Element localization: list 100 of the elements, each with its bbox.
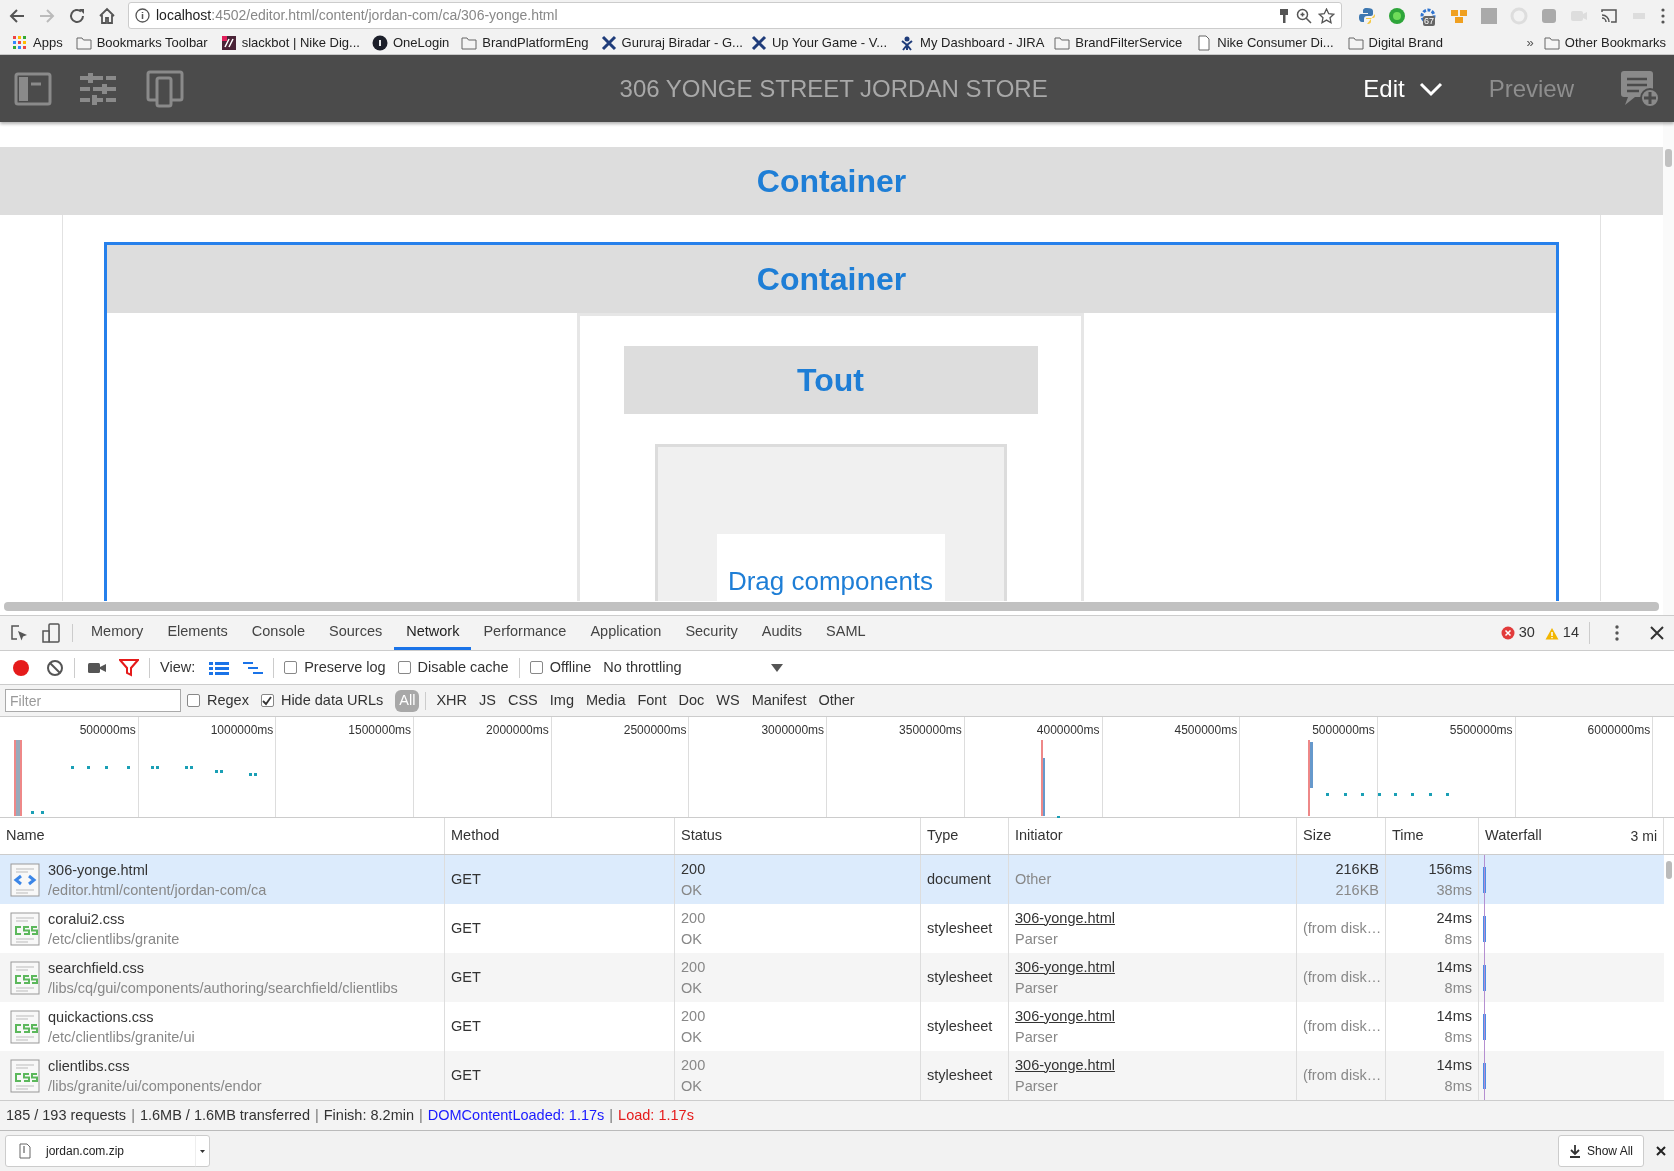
filter-type[interactable]: Manifest — [745, 689, 813, 712]
initiator-link[interactable]: 306-yonge.html — [1015, 907, 1115, 929]
address-bar[interactable]: localhost:4502/editor.html/content/jordan-com/ca/306-yonge.html — [128, 2, 1342, 29]
filter-icon[interactable] — [119, 658, 139, 677]
bookmark[interactable]: Up Your Game - V... — [750, 32, 888, 53]
column-header[interactable]: Type — [927, 825, 959, 847]
request-row[interactable]: 306-yonge.html /editor.html/content/jordan-com/ca GET 200 OK document Other 216KB 216KB 156ms 38ms — [0, 855, 1664, 904]
column-header[interactable]: Size — [1303, 825, 1332, 847]
filter-type[interactable]: WS — [710, 689, 746, 712]
checkbox[interactable]: Disable cache — [397, 656, 509, 679]
close-icon[interactable] — [1650, 626, 1664, 640]
filter-type[interactable]: Img — [543, 689, 580, 712]
clear-icon[interactable] — [46, 658, 64, 677]
error-icon[interactable] — [1500, 626, 1515, 640]
horizontal-scrollbar[interactable] — [4, 602, 1659, 611]
filter-field[interactable]: Filter — [5, 689, 181, 712]
initiator-link[interactable]: 306-yonge.html — [1015, 1005, 1115, 1027]
cross-logo-icon — [750, 34, 767, 51]
more-icon[interactable] — [1660, 6, 1666, 25]
bookmark[interactable]: slackbot | Nike Dig... — [220, 32, 360, 53]
edit-mode-dropdown[interactable]: Edit — [1363, 70, 1443, 107]
devtools-tab[interactable]: Audits — [749, 616, 815, 650]
file-path: /editor.html/content/jordan-com/ca — [48, 880, 267, 900]
overflow-chevron[interactable]: » — [1526, 32, 1534, 53]
video-camera-icon[interactable] — [87, 660, 107, 675]
key-icon[interactable] — [1278, 7, 1290, 24]
column-header[interactable]: Status — [681, 825, 723, 847]
back-icon[interactable] — [8, 6, 26, 25]
vertical-scrollbar[interactable] — [1665, 149, 1672, 167]
round-extension-icon[interactable] — [1388, 6, 1406, 25]
vertical-scrollbar[interactable] — [1666, 861, 1672, 879]
record-button[interactable] — [12, 658, 30, 677]
column-header[interactable]: Waterfall — [1485, 825, 1542, 847]
size-value: (from disk… — [1303, 968, 1382, 987]
warning-count[interactable]: 14 — [1562, 622, 1590, 644]
device-toggle-icon[interactable] — [42, 623, 60, 643]
bookmark[interactable]: Bookmarks Toolbar — [75, 32, 208, 53]
side-panel-icon[interactable] — [14, 71, 52, 106]
filter-type[interactable]: Other — [812, 689, 861, 712]
devtools-tab[interactable]: Security — [673, 616, 750, 650]
devtools-tab[interactable]: Sources — [317, 616, 395, 650]
star-icon[interactable] — [1318, 7, 1335, 24]
devtools-tab[interactable]: Application — [578, 616, 674, 650]
filter-type[interactable]: Media — [579, 689, 632, 712]
column-header[interactable]: Time — [1392, 825, 1424, 847]
checkbox[interactable]: Hide data URLs — [260, 689, 384, 712]
checkbox[interactable]: Offline — [529, 656, 592, 679]
waterfall-bar — [1483, 866, 1486, 893]
devtools-tab[interactable]: SAML — [814, 616, 878, 650]
bookmark[interactable]: BrandPlatformEng — [461, 32, 589, 53]
inspect-icon[interactable] — [10, 624, 28, 642]
table-cell-text: GET — [451, 869, 481, 889]
bookmark[interactable]: Gururaj Biradar - G... — [600, 32, 743, 53]
device-icon[interactable] — [146, 69, 184, 108]
table-cell-text: GET — [451, 918, 481, 938]
throttling-dropdown[interactable]: No throttling — [603, 656, 784, 679]
request-row[interactable]: searchfield.css /libs/cq/gui/components/authoring/searchfield/clientlibs GET 200 OK stylesheet 306-yonge.html Parser (from disk… 14ms 8ms — [0, 953, 1664, 1002]
devtools-tab[interactable]: Performance — [471, 616, 579, 650]
table-cell-text: GET — [451, 967, 481, 987]
column-header[interactable]: Method — [451, 825, 500, 847]
error-count[interactable]: 30 — [1518, 622, 1535, 644]
filter-type[interactable]: CSS — [501, 689, 544, 712]
bookmark[interactable]: Nike Consumer Di... — [1196, 32, 1334, 53]
list-view-icon[interactable] — [209, 660, 230, 675]
more-icon[interactable] — [1614, 624, 1620, 642]
devtools-tab[interactable]: Memory — [79, 616, 156, 650]
waterfall-view-icon[interactable] — [243, 660, 264, 675]
reload-icon[interactable] — [68, 6, 86, 25]
filter-type[interactable]: XHR — [430, 689, 474, 712]
filter-type[interactable]: Font — [631, 689, 673, 712]
filter-type[interactable]: Doc — [672, 689, 711, 712]
bookmark[interactable]: My Dashboard - JIRA — [899, 32, 1045, 53]
bookmark[interactable]: BrandFilterService — [1054, 32, 1183, 53]
snake-icon[interactable] — [1358, 6, 1376, 25]
bookmark[interactable]: Digital Brand — [1347, 32, 1444, 53]
status-code: 200 — [681, 908, 707, 928]
initiator-link[interactable]: 306-yonge.html — [1015, 956, 1115, 978]
file-path: /etc/clientlibs/granite/ui — [48, 1027, 195, 1047]
column-header[interactable]: Name — [6, 825, 45, 847]
checkbox[interactable]: Regex — [187, 689, 249, 712]
selected-container[interactable]: Container Tout Drag components — [104, 242, 1559, 602]
sliders-icon[interactable] — [80, 71, 118, 106]
checkbox[interactable]: Preserve log — [284, 656, 386, 679]
initiator-link[interactable]: 306-yonge.html — [1015, 1054, 1115, 1076]
download-item[interactable]: jordan.com.zip — [5, 1135, 210, 1167]
bookmark[interactable]: Apps — [12, 32, 63, 53]
add-comment-icon[interactable] — [1620, 69, 1660, 108]
show-all-button[interactable]: Show All — [1557, 1135, 1644, 1167]
status-text: OK — [681, 1027, 703, 1047]
devtools-tab[interactable]: Elements — [155, 616, 240, 650]
column-header[interactable]: Initiator — [1015, 825, 1063, 847]
home-icon[interactable] — [98, 6, 116, 25]
filter-type[interactable]: JS — [473, 689, 502, 712]
cast-icon[interactable] — [1600, 6, 1618, 25]
bookmark[interactable]: Other Bookmarks — [1543, 32, 1666, 53]
zoom-icon[interactable] — [1296, 7, 1312, 24]
request-row[interactable]: clientlibs.css /libs/granite/ui/components/endor GET 200 OK stylesheet 306-yonge.html Parser (from disk… 14ms 8ms — [0, 1051, 1664, 1100]
bookmark[interactable]: OneLogin — [371, 32, 450, 53]
close-icon[interactable] — [1656, 1146, 1666, 1156]
devtools-tab[interactable]: Console — [239, 616, 318, 650]
